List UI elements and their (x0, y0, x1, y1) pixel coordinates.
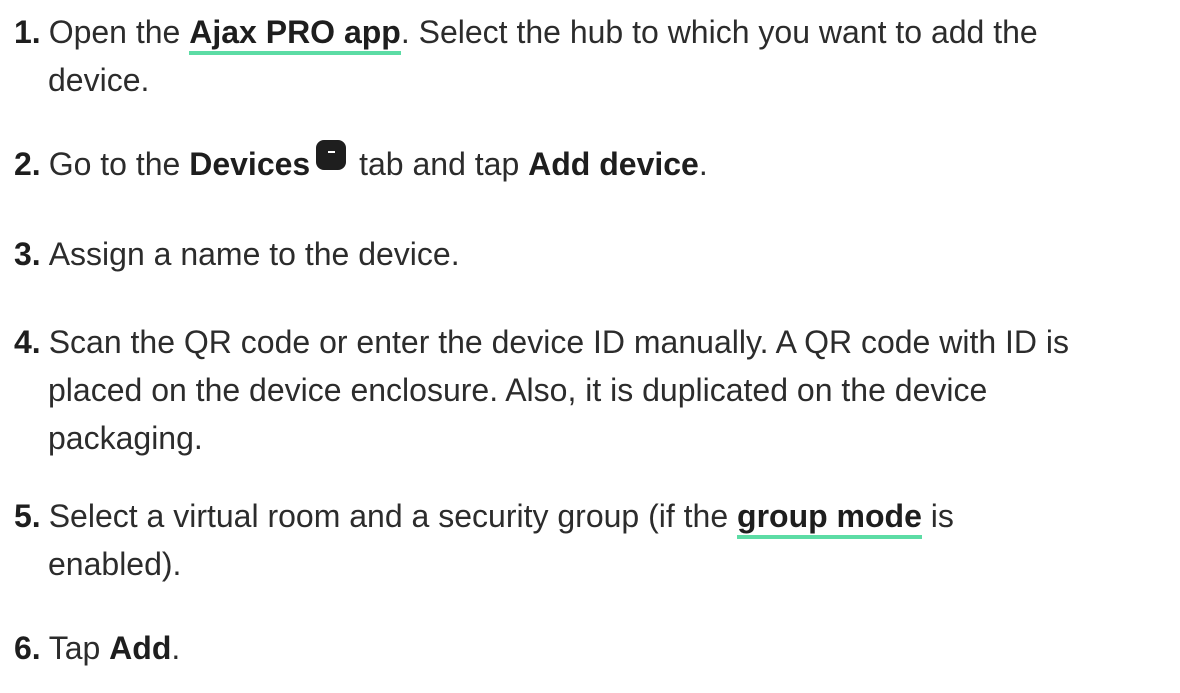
add-label: Add (109, 630, 172, 666)
step-text-continued: placed on the device enclosure. Also, it… (48, 372, 988, 408)
step-text: tab and tap (350, 146, 529, 182)
step-3: 3. Assign a name to the device. (14, 230, 1164, 278)
step-text-continued: enabled). (48, 546, 182, 582)
step-4: 4. Scan the QR code or enter the device I… (14, 318, 1164, 462)
step-number: 4. (14, 324, 41, 360)
devices-icon (316, 140, 347, 170)
step-text-continued: device. (48, 62, 150, 98)
step-text: Assign a name to the device. (48, 236, 460, 272)
step-text: . (698, 146, 708, 182)
step-text: is (921, 498, 954, 534)
step-text: Open the (48, 14, 190, 50)
step-number: 6. (14, 630, 41, 666)
step-text: Select a virtual room and a security gro… (48, 498, 738, 534)
step-number: 2. (14, 146, 41, 182)
step-text-continued: packaging. (48, 420, 203, 456)
step-number: 3. (14, 236, 41, 272)
step-text: Tap (48, 630, 110, 666)
step-text: Scan the QR code or enter the device ID … (48, 324, 1070, 360)
step-2: 2. Go to the Devices tab and tap Add devi… (14, 140, 1164, 188)
group-mode-link[interactable]: group mode (737, 498, 922, 539)
step-text: . Select the hub to which you want to ad… (400, 14, 1038, 50)
step-5: 5. Select a virtual room and a security g… (14, 492, 1164, 588)
devices-label: Devices (189, 146, 311, 182)
step-number: 5. (14, 498, 41, 534)
ajax-pro-app-link[interactable]: Ajax PRO app (189, 14, 401, 55)
step-1: 1. Open the Ajax PRO app. Select the hub … (14, 8, 1164, 104)
step-text: . (171, 630, 181, 666)
step-6: 6. Tap Add. (14, 624, 1164, 672)
step-text: Go to the (48, 146, 190, 182)
add-device-label: Add device (528, 146, 699, 182)
step-number: 1. (14, 14, 41, 50)
